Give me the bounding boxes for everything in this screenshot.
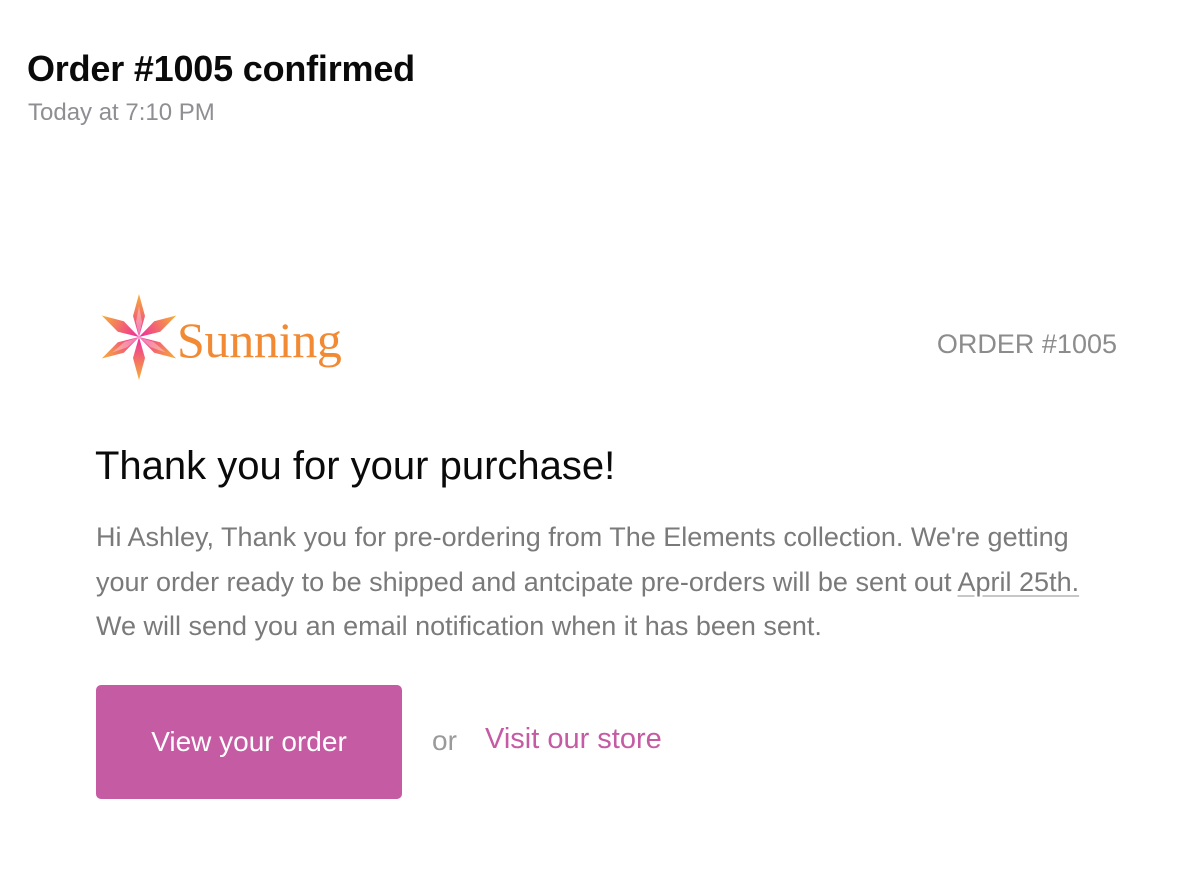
message-body-outro: We will send you an email notification w… <box>96 611 822 641</box>
brand-name: Sunning <box>177 312 342 368</box>
view-order-button-label: View your order <box>151 726 347 757</box>
order-number: ORDER #1005 <box>936 329 1117 359</box>
email-subject: Order #1005 confirmed <box>27 48 415 89</box>
message-body: Hi Ashley, Thank you for pre-ordering fr… <box>96 515 1126 649</box>
six-point-star-icon <box>101 294 177 380</box>
visit-store-link[interactable]: Visit our store <box>485 723 662 756</box>
thank-you-heading: Thank you for your purchase! <box>95 444 616 488</box>
view-order-button[interactable]: View your order <box>96 685 402 799</box>
shipping-date-link[interactable]: April 25th. <box>958 567 1080 597</box>
brand-logo: Sunning <box>99 292 342 382</box>
email-view: Order #1005 confirmed Today at 7:10 PM S… <box>0 0 1200 875</box>
message-body-intro: Hi Ashley, Thank you for pre-ordering fr… <box>96 522 1069 597</box>
or-separator: or <box>432 725 457 756</box>
email-timestamp: Today at 7:10 PM <box>28 99 215 126</box>
